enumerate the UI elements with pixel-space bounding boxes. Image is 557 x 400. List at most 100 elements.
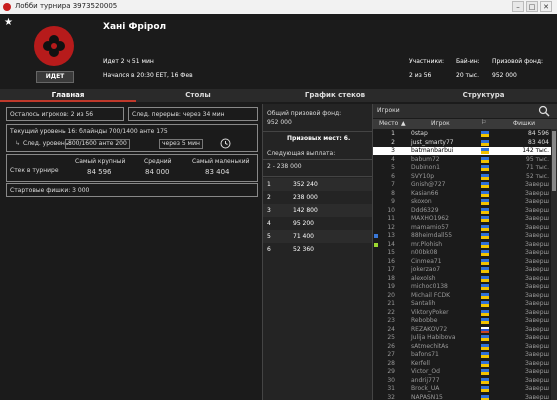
- flag-icon: [481, 165, 489, 171]
- player-row[interactable]: 7 Gnish@727 Заверш: [373, 181, 551, 189]
- player-name: Santalih: [411, 300, 436, 307]
- favorite-star-icon[interactable]: ★: [4, 17, 13, 28]
- prize-place: 5: [267, 233, 271, 240]
- smallest-stack-label: Самый маленький: [192, 158, 250, 165]
- prize-amount: 95 200: [293, 220, 314, 227]
- col-chips[interactable]: Фишки: [513, 120, 535, 127]
- flag-icon: [481, 267, 489, 273]
- player-row[interactable]: 14 mr.Plohish Заверш: [373, 241, 551, 249]
- player-row[interactable]: 27 bafons71 Заверш: [373, 351, 551, 359]
- flag-icon: [481, 207, 489, 214]
- tab-main[interactable]: Главная: [0, 89, 136, 102]
- status-badge: ИДЕТ: [36, 71, 74, 83]
- players-scrollbar[interactable]: [551, 129, 557, 400]
- player-chips: Заверш: [524, 376, 549, 384]
- player-chips: Заверш: [524, 232, 549, 239]
- player-chips: Заверш: [524, 215, 549, 222]
- maximize-button[interactable]: □: [526, 1, 538, 12]
- flag-icon: [481, 241, 489, 248]
- player-row[interactable]: 28 Kerfell Заверш: [373, 360, 551, 368]
- player-place: 9: [391, 198, 395, 205]
- player-row[interactable]: 18 alexolsh Заверш: [373, 275, 551, 283]
- player-chips: Заверш: [524, 325, 549, 333]
- prize-amount: 352 240: [293, 181, 318, 188]
- flag-icon: [481, 258, 489, 265]
- player-row[interactable]: 26 sAtmechitAs Заверш: [373, 343, 551, 351]
- scrollbar-thumb[interactable]: [552, 131, 556, 191]
- player-place: 4: [391, 155, 395, 163]
- player-row[interactable]: 6 SVY10p 52 тыс.: [373, 173, 551, 181]
- player-row[interactable]: 30 andrij777 Заверш: [373, 377, 551, 385]
- col-player[interactable]: Игрок: [431, 120, 450, 127]
- player-place: 10: [387, 206, 395, 214]
- player-place: 6: [391, 172, 395, 180]
- tab-stack-chart[interactable]: График стеков: [260, 89, 410, 102]
- next-payout-label: Следующая выплата:: [267, 150, 336, 157]
- prize-place: 6: [267, 246, 271, 253]
- player-row[interactable]: 4 babum72 95 тыс.: [373, 156, 551, 164]
- player-name: 0stap: [411, 130, 428, 137]
- player-row[interactable]: 16 Cinmea71 Заверш: [373, 258, 551, 266]
- player-chips: Заверш: [524, 393, 549, 400]
- flag-icon: [481, 343, 489, 350]
- player-chips: Заверш: [524, 342, 549, 350]
- player-row[interactable]: 5 Dubinon1 71 тыс.: [373, 164, 551, 172]
- player-row[interactable]: 11 MAXHO1962 Заверш: [373, 215, 551, 223]
- player-chips: Заверш: [524, 291, 549, 299]
- players-panel: Игроки Место ▲ Игрок ⚐ Фишки 1 0stap 84 59…: [372, 104, 557, 400]
- player-row[interactable]: 21 Santalih Заверш: [373, 300, 551, 308]
- tab-structure[interactable]: Структура: [410, 89, 557, 102]
- player-row[interactable]: 23 Rebobbe Заверш: [373, 317, 551, 325]
- prize-pool-value: 952 000: [492, 72, 517, 79]
- player-chips: Заверш: [524, 334, 549, 341]
- minimize-button[interactable]: –: [512, 1, 524, 12]
- clover-icon: [43, 35, 65, 57]
- flag-icon: [481, 250, 489, 256]
- player-row[interactable]: 25 Julija Habibova Заверш: [373, 334, 551, 342]
- start-chips-box: Стартовые фишки: 3 000: [6, 183, 258, 197]
- player-row[interactable]: 32 NAPASN15 Заверш: [373, 394, 551, 400]
- stack-box: Стек в турнире Самый крупный 84 596 Сред…: [6, 154, 258, 182]
- player-row[interactable]: 1 0stap 84 596: [373, 130, 551, 138]
- player-name: n00bk08: [411, 249, 438, 256]
- prize-amount: 71 400: [293, 233, 314, 240]
- player-row[interactable]: 9 skoxon Заверш: [373, 198, 551, 206]
- flag-icon: [481, 275, 489, 282]
- player-chips: Заверш: [524, 385, 549, 392]
- player-name: SVY10p: [411, 172, 435, 180]
- player-row[interactable]: 8 Kasian66 Заверш: [373, 190, 551, 198]
- flag-icon: [481, 360, 489, 367]
- player-row[interactable]: 19 michoc0138 Заверш: [373, 283, 551, 291]
- player-name: batmanbarbui: [411, 147, 454, 154]
- player-row[interactable]: 31 Brock_UA Заверш: [373, 385, 551, 393]
- tab-tables[interactable]: Столы: [136, 89, 260, 102]
- close-button[interactable]: ✕: [540, 1, 552, 12]
- player-name: Kasian66: [411, 189, 439, 197]
- player-row[interactable]: 15 n00bk08 Заверш: [373, 249, 551, 257]
- player-chips: 142 тыс.: [522, 147, 549, 154]
- player-name: andrij777: [411, 376, 440, 384]
- clock-icon[interactable]: [220, 138, 231, 149]
- flag-icon: [481, 326, 489, 333]
- player-row[interactable]: 22 ViktoryPoker Заверш: [373, 309, 551, 317]
- col-place[interactable]: Место: [379, 120, 398, 127]
- flag-icon: [481, 148, 489, 154]
- player-name: Ddd6329: [411, 206, 439, 214]
- player-place: 23: [387, 317, 395, 324]
- prize-places: Призовых мест: 6.: [287, 135, 351, 142]
- player-row[interactable]: 20 Michail FCDK Заверш: [373, 292, 551, 300]
- prize-row: 3 142 800: [263, 204, 373, 217]
- player-row[interactable]: 2 just_smarty77 83 404: [373, 139, 551, 147]
- search-icon[interactable]: [538, 105, 550, 117]
- player-row[interactable]: 29 Victor_Od Заверш: [373, 368, 551, 376]
- player-name: mamamio57: [411, 223, 449, 231]
- stack-label: Стек в турнире: [10, 167, 59, 174]
- tournament-logo: [34, 26, 74, 66]
- player-row[interactable]: 12 mamamio57 Заверш: [373, 224, 551, 232]
- player-row[interactable]: 24 REZAKOV72 Заверш: [373, 326, 551, 334]
- player-row[interactable]: 3 batmanbarbui 142 тыс.: [373, 147, 551, 155]
- player-place: 11: [387, 215, 395, 222]
- player-row[interactable]: 10 Ddd6329 Заверш: [373, 207, 551, 215]
- player-row[interactable]: 17 jokerzao7 Заверш: [373, 266, 551, 274]
- player-row[interactable]: 13 88heimdall55 Заверш: [373, 232, 551, 240]
